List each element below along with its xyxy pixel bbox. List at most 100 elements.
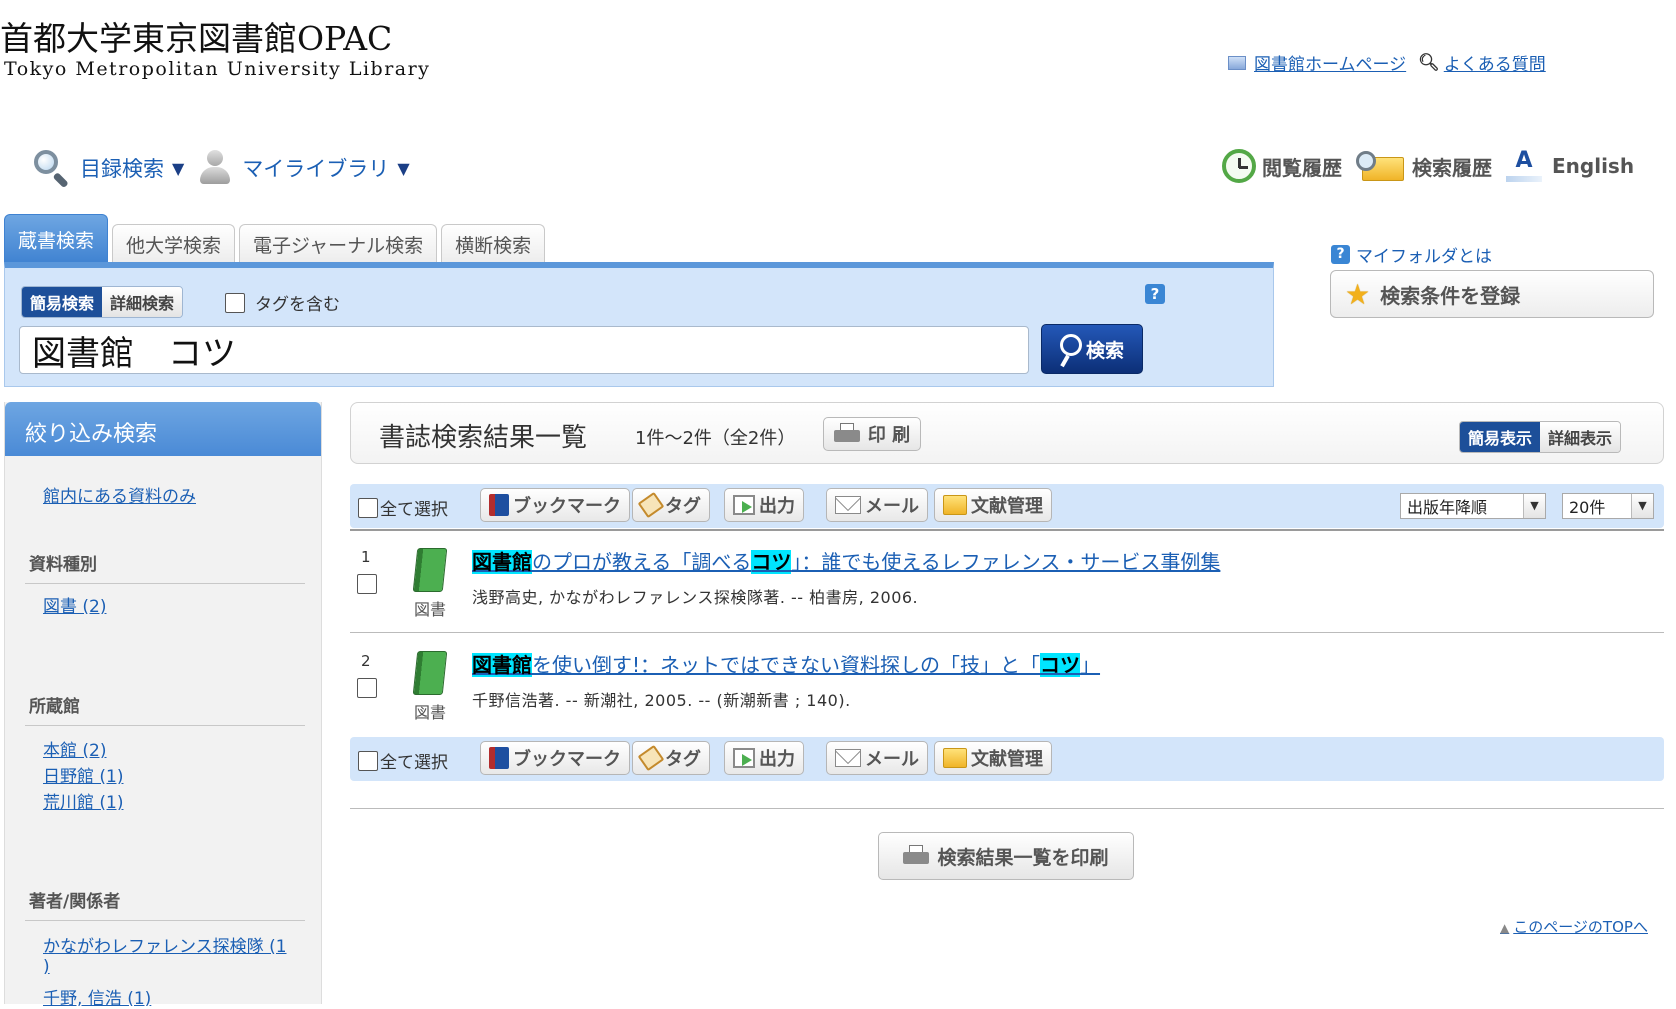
record-checkbox[interactable] bbox=[357, 678, 377, 698]
material-type: 図書 bbox=[413, 600, 446, 619]
bookmark-icon bbox=[489, 494, 509, 516]
print-results-label: 検索結果一覧を印刷 bbox=[937, 846, 1109, 869]
page-top-link[interactable]: ▲ このページのTOPへ bbox=[1500, 916, 1648, 937]
search-tabs: 蔵書検索 他大学検索 電子ジャーナル検索 横断検索 bbox=[4, 214, 549, 264]
facet-item[interactable]: 千野, 信浩 (1) bbox=[43, 984, 151, 1009]
printer-icon bbox=[903, 845, 930, 867]
tab-ejournal[interactable]: 電子ジャーナル検索 bbox=[239, 224, 438, 264]
language-icon: A bbox=[1506, 148, 1542, 184]
results-count: 1件～2件（全2件） bbox=[635, 428, 796, 449]
per-page-select[interactable]: 20件 ▼ bbox=[1562, 493, 1654, 519]
magnifier-icon bbox=[32, 148, 72, 189]
reference-label: 文献管理 bbox=[971, 749, 1043, 770]
catalog-search-label: 目録検索 bbox=[80, 157, 164, 181]
chevron-down-icon: ▼ bbox=[1523, 494, 1545, 518]
save-search-label: 検索条件を登録 bbox=[1380, 283, 1521, 308]
material-type: 図書 bbox=[413, 703, 446, 722]
include-tags-checkbox[interactable] bbox=[225, 292, 245, 313]
mail-icon bbox=[835, 749, 861, 767]
record-checkbox[interactable] bbox=[357, 574, 377, 594]
clock-icon bbox=[1222, 149, 1256, 183]
bookmark-button[interactable]: ブックマーク bbox=[480, 488, 630, 522]
search-button[interactable]: 検索 bbox=[1041, 324, 1143, 374]
export-icon bbox=[733, 495, 755, 515]
title-text: を使い倒す!：ネットではできない資料探しの「技」と「 bbox=[532, 653, 1041, 677]
sort-select[interactable]: 出版年降順 ▼ bbox=[1400, 493, 1546, 519]
faq-link[interactable]: よくある質問 bbox=[1444, 50, 1546, 75]
detail-view-button[interactable]: 詳細表示 bbox=[1540, 422, 1621, 452]
search-icon bbox=[1059, 334, 1082, 356]
display-toggle: 簡易表示 詳細表示 bbox=[1459, 421, 1622, 453]
advanced-search-button[interactable]: 詳細検索 bbox=[102, 287, 183, 317]
english-link[interactable]: A English bbox=[1506, 148, 1634, 184]
view-history-link[interactable]: 閲覧履歴 bbox=[1222, 149, 1342, 183]
book-icon: 図書 bbox=[410, 548, 450, 620]
record-title-link[interactable]: 図書館のプロが教える「調べるコツ」：誰でも使えるレファレンス・サービス事例集 bbox=[472, 546, 1220, 575]
search-icon: 🔍︎ bbox=[1418, 52, 1440, 73]
global-nav: 目録検索 ▼ マイライブラリ ▼ bbox=[32, 148, 424, 189]
search-panel: 簡易検索 詳細検索 タグを含む ? 検索 bbox=[4, 262, 1274, 387]
chevron-down-icon: ▼ bbox=[1631, 494, 1653, 518]
tab-cross-search[interactable]: 横断検索 bbox=[441, 224, 546, 264]
library-homepage-link[interactable]: 図書館ホームページ bbox=[1254, 50, 1406, 75]
facet-title-material: 資料種別 bbox=[29, 555, 97, 575]
tag-icon bbox=[637, 744, 665, 772]
tab-other-univ[interactable]: 他大学検索 bbox=[112, 224, 236, 264]
tag-button[interactable]: タグ bbox=[632, 741, 710, 775]
highlight-term: 図書館 bbox=[472, 653, 532, 677]
facet-title-location: 所蔵館 bbox=[29, 697, 80, 717]
highlight-term: 図書館 bbox=[472, 550, 532, 574]
bookmark-label: ブックマーク bbox=[513, 496, 621, 517]
refine-title: 絞り込み検索 bbox=[5, 402, 321, 456]
include-tags-option[interactable]: タグを含む bbox=[225, 290, 340, 315]
simple-search-button[interactable]: 簡易検索 bbox=[22, 287, 103, 317]
divider bbox=[350, 808, 1664, 809]
myfolder-help-link[interactable]: ? マイフォルダとは bbox=[1331, 242, 1492, 267]
facet-item[interactable]: かながわレファレンス探検隊 (1 bbox=[43, 932, 287, 957]
search-history-label: 検索履歴 bbox=[1412, 155, 1492, 180]
mail-button[interactable]: メール bbox=[826, 741, 928, 775]
print-button[interactable]: 印 刷 bbox=[823, 417, 921, 451]
facet-item[interactable]: 荒川館 (1) bbox=[43, 788, 123, 813]
tab-holdings[interactable]: 蔵書検索 bbox=[4, 214, 109, 264]
in-library-only-link[interactable]: 館内にある資料のみ bbox=[43, 482, 196, 507]
simple-view-button[interactable]: 簡易表示 bbox=[1460, 422, 1541, 452]
select-all-checkbox[interactable] bbox=[358, 497, 378, 518]
book-icon: 図書 bbox=[410, 651, 450, 723]
record-title-link[interactable]: 図書館を使い倒す!：ネットではできない資料探しの「技」と「コツ」 bbox=[472, 649, 1100, 678]
facet-item[interactable]: ) bbox=[43, 957, 50, 977]
site-subtitle: Tokyo Metropolitan University Library bbox=[4, 58, 431, 80]
save-search-button[interactable]: ★ 検索条件を登録 bbox=[1330, 270, 1654, 318]
print-results-button[interactable]: 検索結果一覧を印刷 bbox=[878, 832, 1134, 880]
select-all-checkbox[interactable] bbox=[358, 750, 378, 771]
my-library-label: マイライブラリ bbox=[242, 157, 390, 181]
mail-button[interactable]: メール bbox=[826, 488, 928, 522]
output-button[interactable]: 出力 bbox=[724, 741, 804, 775]
results-title: 書誌検索結果一覧 bbox=[379, 423, 588, 453]
divider bbox=[25, 920, 305, 921]
bookmark-button[interactable]: ブックマーク bbox=[480, 741, 630, 775]
select-all[interactable]: 全て選択 bbox=[358, 495, 448, 520]
my-library-menu[interactable]: マイライブラリ ▼ bbox=[198, 150, 410, 186]
search-history-link[interactable]: 検索履歴 bbox=[1356, 151, 1492, 181]
triangle-up-icon: ▲ bbox=[1500, 921, 1510, 935]
record-number: 1 bbox=[361, 548, 371, 566]
select-all[interactable]: 全て選択 bbox=[358, 748, 448, 773]
divider bbox=[350, 529, 1664, 531]
reference-manager-button[interactable]: 文献管理 bbox=[934, 741, 1052, 775]
tag-label: タグ bbox=[665, 496, 701, 517]
reference-label: 文献管理 bbox=[971, 496, 1043, 517]
facet-item[interactable]: 本館 (2) bbox=[43, 736, 106, 761]
divider bbox=[350, 632, 1664, 633]
search-input[interactable] bbox=[19, 326, 1029, 374]
reference-manager-button[interactable]: 文献管理 bbox=[934, 488, 1052, 522]
tag-button[interactable]: タグ bbox=[632, 488, 710, 522]
help-icon[interactable]: ? bbox=[1145, 284, 1165, 304]
output-button[interactable]: 出力 bbox=[724, 488, 804, 522]
catalog-search-menu[interactable]: 目録検索 ▼ bbox=[32, 148, 184, 189]
divider bbox=[25, 583, 305, 584]
facet-item[interactable]: 図書 (2) bbox=[43, 592, 106, 617]
results-toolbar-bottom: 全て選択 ブックマーク タグ 出力 メール 文献管理 bbox=[350, 737, 1664, 781]
mail-label: メール bbox=[865, 496, 919, 517]
facet-item[interactable]: 日野館 (1) bbox=[43, 762, 123, 787]
